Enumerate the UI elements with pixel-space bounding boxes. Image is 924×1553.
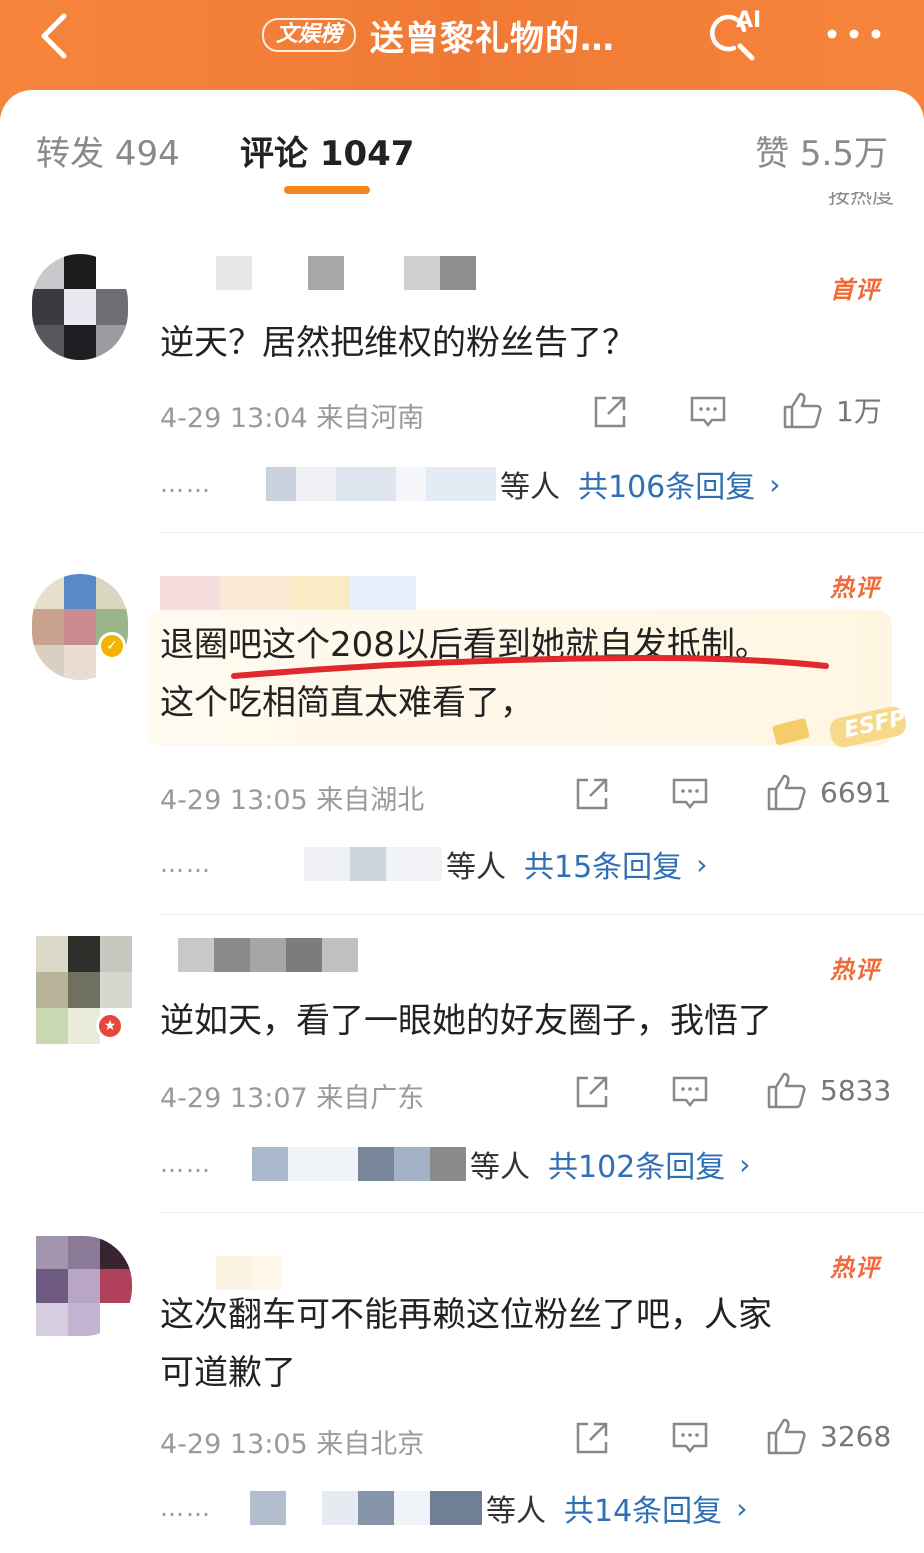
ai-search-button[interactable]: AI [704, 6, 768, 66]
reply-names-blurred [244, 467, 496, 501]
comment-text[interactable]: 逆如天，看了一眼她的好友圈子，我悟了 [160, 992, 880, 1050]
share-icon [594, 396, 626, 428]
verified-badge-icon: ★ [96, 1012, 124, 1040]
red-underline-mark [231, 654, 829, 679]
active-tab-indicator [284, 186, 370, 194]
more-button[interactable] [822, 14, 886, 54]
comment-button[interactable] [688, 394, 728, 430]
share-icon [576, 778, 608, 810]
sort-order-label[interactable]: 按热度 [828, 192, 894, 206]
more-dots-icon [827, 29, 881, 39]
comment-icon [672, 1422, 708, 1454]
username-blurred[interactable] [160, 256, 476, 290]
share-icon [576, 1076, 608, 1108]
reply-dots: …… [160, 1150, 212, 1178]
reply-dots: …… [160, 1494, 212, 1522]
repost-button[interactable] [574, 776, 610, 812]
comment-button[interactable] [670, 1074, 710, 1110]
divider [160, 532, 924, 533]
chevron-right-icon: › [736, 1491, 748, 1525]
divider [160, 914, 924, 915]
avatar[interactable] [32, 254, 128, 360]
divider [160, 1212, 924, 1213]
reply-count[interactable]: 共106条回复 [578, 462, 755, 506]
username-blurred[interactable] [160, 576, 416, 610]
comment-meta: 4-29 13:04 来自河南 [160, 403, 425, 434]
comment-button[interactable] [670, 776, 710, 812]
like-button[interactable]: 5833 [766, 1070, 891, 1110]
like-button[interactable]: 1万 [782, 390, 882, 430]
first-comment-tag: 首评 [830, 276, 880, 304]
chevron-right-icon: › [739, 1147, 751, 1181]
reply-count[interactable]: 共15条回复 [524, 842, 682, 886]
reply-who: 等人 [470, 1150, 530, 1185]
repost-button[interactable] [574, 1074, 610, 1110]
like-count: 6691 [820, 775, 892, 809]
chevron-left-icon [41, 13, 67, 59]
reply-names-blurred [244, 847, 442, 881]
comment-text[interactable]: 这次翻车可不能再赖这位粉丝了吧，人家 可道歉了 [160, 1286, 880, 1402]
reply-count[interactable]: 共102条回复 [548, 1142, 725, 1186]
comment-button[interactable] [670, 1420, 710, 1456]
like-count: 1万 [836, 395, 882, 428]
avatar[interactable] [36, 1236, 132, 1336]
comment-icon [690, 396, 726, 428]
reply-who: 等人 [486, 1494, 546, 1529]
reply-summary[interactable]: …… 等人 共14条回复 › [160, 1486, 747, 1530]
thumbs-up-icon [767, 1418, 806, 1455]
comment-meta: 4-29 13:05 来自北京 [160, 1429, 425, 1460]
repost-button[interactable] [592, 394, 628, 430]
like-button[interactable]: 6691 [766, 772, 891, 812]
hot-comment-tag: 热评 [830, 1254, 880, 1282]
hot-comment-tag: 热评 [830, 956, 880, 984]
reply-who: 等人 [500, 470, 560, 505]
reply-dots: …… [160, 850, 212, 878]
comment-meta: 4-29 13:07 来自广东 [160, 1083, 425, 1114]
chevron-right-icon: › [696, 847, 708, 881]
tab-reposts[interactable]: 转发 494 [36, 126, 180, 175]
like-button[interactable]: 3268 [766, 1416, 891, 1456]
verified-badge-icon: ✓ [98, 632, 126, 660]
thumbs-up-icon [767, 1072, 806, 1109]
username-blurred[interactable] [160, 938, 358, 972]
chevron-right-icon: › [769, 467, 781, 501]
tab-bar: 转发 494 评论 1047 赞 5.5万 [0, 90, 924, 200]
share-icon [576, 1422, 608, 1454]
reply-summary[interactable]: …… 等人 共15条回复 › [160, 842, 707, 886]
ai-label: AI [736, 8, 762, 33]
reply-summary[interactable]: …… 等人 共106条回复 › [160, 462, 780, 506]
username-blurred[interactable] [160, 1256, 282, 1290]
repost-button[interactable] [574, 1420, 610, 1456]
tab-likes[interactable]: 赞 5.5万 [755, 126, 888, 175]
list-badge[interactable]: 文娱榜 [262, 18, 357, 52]
reply-count[interactable]: 共14条回复 [564, 1486, 722, 1530]
tab-comments[interactable]: 评论 1047 [240, 126, 414, 175]
thumbs-up-icon [783, 392, 822, 429]
reply-dots: …… [160, 470, 212, 498]
reply-who: 等人 [446, 850, 506, 885]
reply-names-blurred [244, 1491, 482, 1525]
reply-names-blurred [244, 1147, 466, 1181]
comment-text-line: 可道歉了 [160, 1353, 296, 1393]
title-text: 送曾黎礼物的… [370, 18, 616, 59]
thumbs-up-icon [767, 774, 806, 811]
esfp-decoration: ESFP [770, 700, 910, 750]
like-count: 5833 [820, 1073, 892, 1107]
hot-comment-tag: 热评 [830, 574, 880, 602]
page-title: 文娱榜 送曾黎礼物的… [262, 10, 615, 60]
comment-text[interactable]: 逆天？居然把维权的粉丝告了？ [160, 314, 880, 372]
comment-icon [672, 778, 708, 810]
comment-meta: 4-29 13:05 来自湖北 [160, 785, 425, 816]
back-button[interactable] [32, 8, 82, 64]
avatar[interactable] [32, 574, 128, 680]
comment-icon [672, 1076, 708, 1108]
comment-text-line: 这次翻车可不能再赖这位粉丝了吧，人家 [160, 1295, 772, 1335]
like-count: 3268 [820, 1419, 892, 1453]
reply-summary[interactable]: …… 等人 共102条回复 › [160, 1142, 750, 1186]
